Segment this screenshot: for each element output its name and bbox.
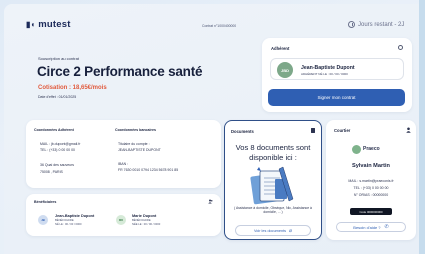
courtier-name: Sylvain Martin xyxy=(352,163,390,169)
subscription-price: Cotisation : 18,65€/mois xyxy=(38,85,107,91)
iban-value: FR 7630 0010 0794 1234 5678 901 85 xyxy=(118,168,179,172)
courtier-title: Courtier xyxy=(334,128,351,133)
adherent-name: Jean-Baptiste Dupont xyxy=(301,65,355,71)
sign-contract-button[interactable]: Signer mon contrat xyxy=(268,89,405,106)
avatar: JBD xyxy=(277,62,293,78)
subscription-label: Souscription au contrat xyxy=(38,56,79,61)
banking-title: Coordonnées bancaires xyxy=(115,128,156,132)
effective-date: Date d'effet : 01/01/2025 xyxy=(38,95,77,99)
documents-card: Documents Vos 8 documents sont disponibl… xyxy=(224,120,322,240)
help-button[interactable]: Besoin d'aide ? ✆ xyxy=(336,222,406,232)
app-logo[interactable]: ▮◖ mutest xyxy=(26,19,71,30)
adherent-mail: MAIL : jb.dupont@gmail.fr xyxy=(40,142,81,146)
user-icon[interactable] xyxy=(406,127,411,133)
documents-headline: Vos 8 documents sont disponible ici : xyxy=(235,143,311,162)
coordinates-title: Coordonnées Adhérent xyxy=(34,128,74,132)
adherent-tel: TEL : (+33) 0 00 00 00 xyxy=(40,148,75,152)
courtier-code-badge: Code 0000000000 xyxy=(350,208,392,215)
beneficiary-dob: NÉE LE : 00 / 00 / 0000 xyxy=(132,223,161,226)
document-icon xyxy=(311,128,315,133)
phone-icon: ✆ xyxy=(384,224,389,230)
contract-number: Contrat n°1000400000 xyxy=(202,24,237,28)
beneficiary-dob: NÉ LE : 00 / 00 / 0000 xyxy=(55,223,82,226)
beneficiary-avatar: MD xyxy=(116,215,126,225)
beneficiary-name: Marie Dupont xyxy=(132,214,157,218)
address-line2: 75008 , PARIS xyxy=(40,170,63,174)
adherent-info: JBD Jean-Baptiste Dupont ADHÉRENT NÉ LE … xyxy=(270,58,404,80)
beneficiaries-title: Bénéficiaires xyxy=(34,200,57,204)
logo-text: mutest xyxy=(38,19,71,30)
beneficiary-name: Jean-Baptiste Dupont xyxy=(55,214,95,218)
courtier-card: Courtier Praeco Sylvain Martin MAIL : s.… xyxy=(326,120,416,240)
documents-categories: ( Assistance à domicile, Obsèque, Nic, A… xyxy=(234,206,312,215)
view-documents-label: Voir les documents xyxy=(253,228,287,233)
beneficiaries-card: Bénéficiaires JB Jean-Baptiste Dupont BÉ… xyxy=(26,194,221,236)
adherent-title: Adhérent xyxy=(271,46,290,51)
beneficiary-avatar: JB xyxy=(38,215,48,225)
holder-label: Titulaire du compte : xyxy=(118,142,150,146)
users-icon[interactable] xyxy=(208,199,213,204)
iban-label: IBAN : xyxy=(118,162,129,166)
address-line1: 36 Quai des sauveurs xyxy=(40,163,75,167)
holder-name: JEAN-BAPTISTE DUPONT xyxy=(118,148,161,152)
logo-mark-icon: ▮◖ xyxy=(26,20,36,29)
clock-icon xyxy=(348,21,355,28)
gear-icon[interactable] xyxy=(398,45,403,50)
beneficiary-role: BÉNÉFICIAIRE xyxy=(55,219,74,222)
days-remaining: Jours restant - 2J xyxy=(348,21,404,28)
documents-illustration xyxy=(250,166,294,205)
courtier-logo: Praeco xyxy=(352,144,390,154)
adherent-subtitle: ADHÉRENT NÉ LE : 00 / 00 / 0000 xyxy=(301,72,348,76)
praeco-logo-icon xyxy=(352,144,361,154)
view-documents-button[interactable]: Voir les documents ⌀ xyxy=(235,225,311,236)
courtier-company: Praeco xyxy=(363,146,380,152)
beneficiary-role: BÉNÉFICIAIRE xyxy=(132,219,151,222)
page-edge xyxy=(419,0,425,254)
documents-title: Documents xyxy=(231,129,254,134)
coordinates-card: Coordonnées Adhérent MAIL : jb.dupont@gm… xyxy=(26,120,221,188)
days-remaining-text: Jours restant - 2J xyxy=(358,21,405,28)
courtier-tel: TEL : (+33) 0 00 00 00 xyxy=(353,186,389,190)
courtier-orias: N° ORIAS : 00000000 xyxy=(353,193,389,197)
paperclip-icon: ⌀ xyxy=(289,227,293,234)
courtier-mail: MAIL : s.martin@praeconis.fr xyxy=(348,179,394,183)
adherent-card: Adhérent JBD Jean-Baptiste Dupont ADHÉRE… xyxy=(262,38,412,112)
help-label: Besoin d'aide ? xyxy=(353,224,381,230)
page-title: Circe 2 Performance santé xyxy=(37,64,203,79)
